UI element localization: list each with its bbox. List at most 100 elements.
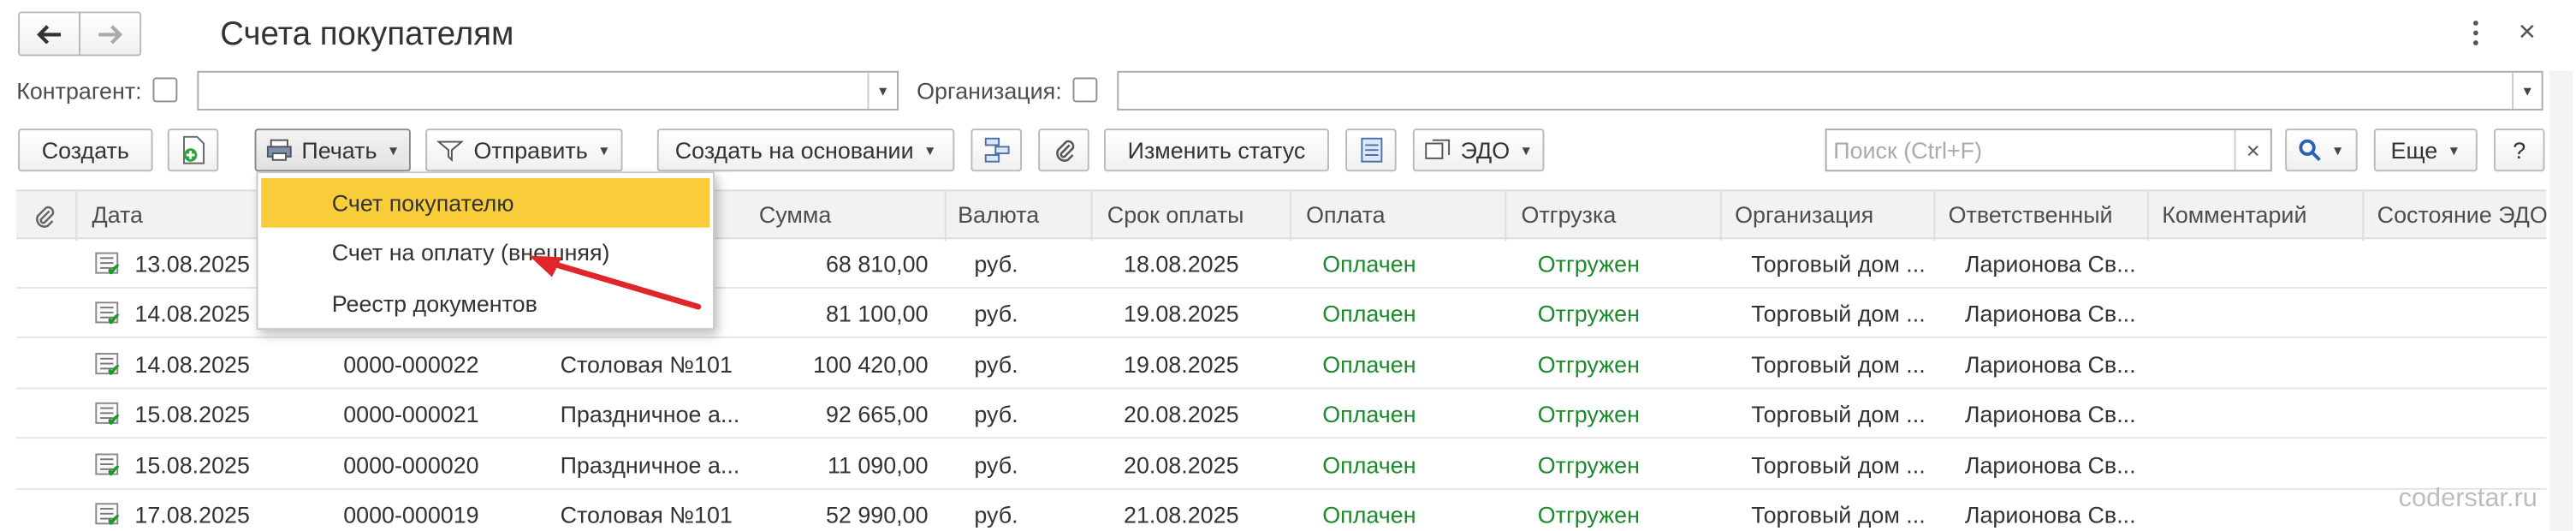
chevron-down-icon[interactable]: ▼	[2512, 72, 2542, 110]
cell-payment-status: Оплачен	[1322, 450, 1416, 478]
page-title: Счета покупателям	[220, 16, 514, 53]
cell-counterparty: Столовая №101	[560, 350, 733, 378]
cell-payment-status: Оплачен	[1322, 350, 1416, 378]
column-header-responsible[interactable]: Ответственный	[1949, 201, 2113, 228]
kebab-icon[interactable]	[2469, 18, 2482, 48]
back-button[interactable]	[18, 11, 81, 57]
cell-counterparty: Праздничное а...	[560, 401, 740, 428]
edo-icon	[1425, 139, 1451, 159]
search-button[interactable]: ▼	[2285, 128, 2358, 172]
posted-check-icon: ✔	[106, 262, 121, 281]
table-row[interactable]: ✔ 17.08.2025 0000-000019 Столовая №101 52 99…	[16, 490, 2546, 531]
column-header-organization[interactable]: Организация	[1735, 201, 1873, 228]
cell-number: 0000-000022	[343, 350, 479, 378]
cell-shipment-status: Отгружен	[1537, 450, 1640, 478]
help-button[interactable]: ?	[2493, 128, 2545, 172]
posted-check-icon: ✔	[106, 312, 121, 331]
cell-organization: Торговый дом ...	[1751, 450, 1926, 478]
column-header-currency[interactable]: Валюта	[958, 201, 1039, 228]
dropdown-arrow-icon: ▼	[387, 142, 401, 158]
create-based-on-button[interactable]: Создать на основании ▼	[656, 128, 955, 172]
organization-field[interactable]: ▼	[1117, 70, 2543, 111]
cell-organization: Торговый дом ...	[1751, 501, 1926, 528]
cell-date: 13.08.2025	[134, 250, 250, 277]
arrow-left-icon	[37, 24, 62, 44]
cell-sum: 92 665,00	[825, 401, 929, 428]
table-row[interactable]: ✔ 15.08.2025 0000-000021 Праздничное а... 92…	[16, 390, 2547, 439]
cell-sum: 11 090,00	[827, 450, 929, 478]
print-button[interactable]: Печать ▼	[254, 128, 411, 172]
change-status-button[interactable]: Изменить статус	[1103, 128, 1329, 172]
structure-button[interactable]	[970, 128, 1022, 172]
list-settings-button[interactable]	[1345, 128, 1397, 172]
cell-shipment-status: Отгружен	[1537, 401, 1640, 428]
cell-currency: руб.	[974, 501, 1018, 528]
search-input[interactable]: Поиск (Ctrl+F) ×	[1825, 128, 2272, 172]
cell-date: 15.08.2025	[134, 401, 250, 428]
dropdown-arrow-icon: ▼	[2330, 142, 2345, 158]
annotation-arrow-icon	[529, 255, 702, 310]
paperclip-icon	[1055, 140, 1074, 162]
counterparty-checkbox[interactable]	[152, 77, 178, 103]
cell-shipment-status: Отгружен	[1537, 501, 1640, 528]
column-header-date[interactable]: Дата	[92, 201, 143, 228]
column-header-comment[interactable]: Комментарий	[2162, 201, 2306, 228]
hierarchy-icon	[983, 137, 1009, 163]
watermark: coderstar.ru	[2398, 485, 2537, 513]
cell-due-date: 20.08.2025	[1124, 450, 1239, 478]
cell-due-date: 19.08.2025	[1124, 350, 1239, 378]
dropdown-arrow-icon: ▼	[923, 142, 937, 158]
column-header-due-date[interactable]: Срок оплаты	[1107, 201, 1244, 228]
cell-currency: руб.	[974, 350, 1018, 378]
organization-label: Организация:	[917, 77, 1062, 104]
paperclip-icon[interactable]	[33, 203, 56, 230]
cell-sum: 100 420,00	[813, 350, 929, 378]
cell-payment-status: Оплачен	[1322, 250, 1416, 277]
cell-shipment-status: Отгружен	[1537, 350, 1640, 378]
create-button[interactable]: Создать	[18, 128, 153, 172]
counterparty-field[interactable]: ▼	[197, 70, 899, 111]
send-button[interactable]: Отправить ▼	[425, 128, 623, 172]
change-status-label: Изменить статус	[1127, 136, 1306, 164]
search-icon	[2299, 139, 2321, 162]
cell-payment-status: Оплачен	[1322, 401, 1416, 428]
copy-button[interactable]	[167, 128, 219, 172]
arrow-right-icon	[98, 24, 123, 44]
table-row[interactable]: ✔ 14.08.2025 0000-000022 Столовая №101 100 4…	[16, 339, 2547, 390]
cell-organization: Торговый дом ...	[1751, 350, 1926, 378]
search-placeholder: Поиск (Ctrl+F)	[1833, 136, 1983, 164]
column-header-shipment[interactable]: Отгрузка	[1522, 201, 1617, 228]
chevron-down-icon[interactable]: ▼	[867, 72, 898, 110]
attach-button[interactable]	[1038, 128, 1089, 172]
organization-checkbox[interactable]	[1072, 77, 1098, 103]
create-button-label: Создать	[41, 136, 129, 164]
cell-counterparty: Столовая №101	[560, 501, 733, 528]
more-button[interactable]: Еще ▼	[2373, 128, 2478, 172]
posted-check-icon: ✔	[106, 412, 121, 431]
search-clear-icon[interactable]: ×	[2234, 130, 2270, 170]
posted-check-icon: ✔	[106, 462, 121, 481]
column-header-edo-status[interactable]: Состояние ЭДО	[2377, 201, 2548, 228]
cell-currency: руб.	[974, 450, 1018, 478]
cell-responsible: Ларионова Св...	[1964, 501, 2136, 528]
cell-responsible: Ларионова Св...	[1964, 450, 2136, 478]
column-header-payment[interactable]: Оплата	[1306, 201, 1385, 228]
menu-item-customer-invoice[interactable]: Счет покупателю	[261, 177, 710, 228]
cell-organization: Торговый дом ...	[1751, 401, 1926, 428]
cell-number: 0000-000019	[343, 501, 479, 528]
cell-number: 0000-000021	[343, 401, 479, 428]
cell-date: 14.08.2025	[134, 350, 250, 378]
cell-responsible: Ларионова Св...	[1964, 401, 2136, 428]
close-icon[interactable]: ×	[2519, 15, 2536, 49]
dropdown-arrow-icon: ▼	[2447, 142, 2460, 158]
edo-button[interactable]: ЭДО ▼	[1412, 128, 1545, 172]
forward-button[interactable]	[79, 11, 142, 57]
table-row[interactable]: ✔ 15.08.2025 0000-000020 Праздничное а... 11…	[16, 439, 2547, 490]
cell-responsible: Ларионова Св...	[1964, 301, 2136, 328]
cell-organization: Торговый дом ...	[1751, 250, 1926, 277]
cell-organization: Торговый дом ...	[1751, 301, 1926, 328]
cell-payment-status: Оплачен	[1322, 301, 1416, 328]
vertical-scrollbar[interactable]	[2549, 70, 2573, 531]
column-header-sum[interactable]: Сумма	[759, 201, 831, 228]
cell-due-date: 21.08.2025	[1124, 501, 1239, 528]
